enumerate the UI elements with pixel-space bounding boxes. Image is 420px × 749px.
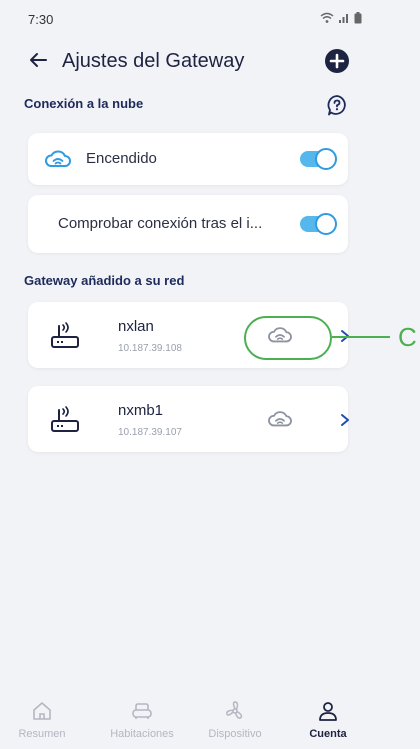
cloud-wifi-icon — [45, 150, 71, 167]
signal-icon — [339, 14, 348, 23]
sofa-icon — [132, 703, 152, 719]
home-icon — [33, 702, 51, 720]
check-connection-toggle[interactable] — [300, 213, 337, 235]
gateway-name: nxlan — [118, 318, 154, 335]
cloud-power-card: Encendido — [28, 133, 348, 185]
cloud-power-toggle[interactable] — [300, 148, 337, 170]
add-gateway-icon[interactable] — [324, 48, 350, 74]
fan-icon — [226, 701, 243, 719]
gateway-section-title: Gateway añadido a su red — [24, 273, 185, 288]
wifi-icon — [320, 12, 334, 23]
nav-label: Habitaciones — [110, 728, 174, 740]
cloud-power-label: Encendido — [86, 150, 157, 167]
nav-cuenta[interactable]: Cuenta — [286, 690, 370, 742]
status-icons — [320, 12, 362, 24]
gateway-name: nxmb1 — [118, 402, 164, 419]
back-arrow-icon[interactable] — [26, 48, 50, 72]
battery-icon — [354, 12, 362, 24]
nav-resumen[interactable]: Resumen — [0, 690, 84, 742]
chevron-right-icon[interactable] — [338, 413, 352, 427]
status-time: 7:30 — [28, 12, 54, 27]
router-icon — [51, 406, 79, 432]
user-icon — [319, 702, 337, 721]
toggle-knob — [315, 213, 337, 235]
nav-dispositivo[interactable]: Dispositivo — [193, 690, 277, 742]
gateway-card-nxmb1[interactable]: nxmb1 10.187.39.107 — [28, 386, 349, 452]
header: Ajustes del Gateway — [0, 44, 420, 80]
annotation-circle — [244, 316, 332, 360]
cloud-wifi-icon — [268, 411, 292, 427]
gateway-ip: 10.187.39.107 — [118, 427, 182, 438]
cloud-section-title: Conexión a la nube — [24, 96, 144, 111]
annotation-label: C — [398, 322, 417, 352]
nav-label: Resumen — [18, 728, 66, 740]
nav-habitaciones[interactable]: Habitaciones — [100, 690, 184, 742]
toggle-knob — [315, 148, 337, 170]
nav-label: Dispositivo — [208, 728, 262, 740]
annotation-line — [332, 336, 390, 338]
check-connection-card: Comprobar conexión tras el i... — [28, 195, 348, 253]
status-bar: 7:30 — [0, 0, 420, 40]
help-icon[interactable] — [326, 94, 348, 116]
check-connection-label: Comprobar conexión tras el i... — [58, 215, 263, 232]
gateway-ip: 10.187.39.108 — [118, 343, 182, 354]
bottom-nav: Resumen Habitaciones Dispositivo Cuenta — [0, 690, 370, 749]
router-icon — [51, 322, 79, 348]
page-title: Ajustes del Gateway — [62, 50, 245, 72]
nav-label: Cuenta — [309, 728, 347, 740]
